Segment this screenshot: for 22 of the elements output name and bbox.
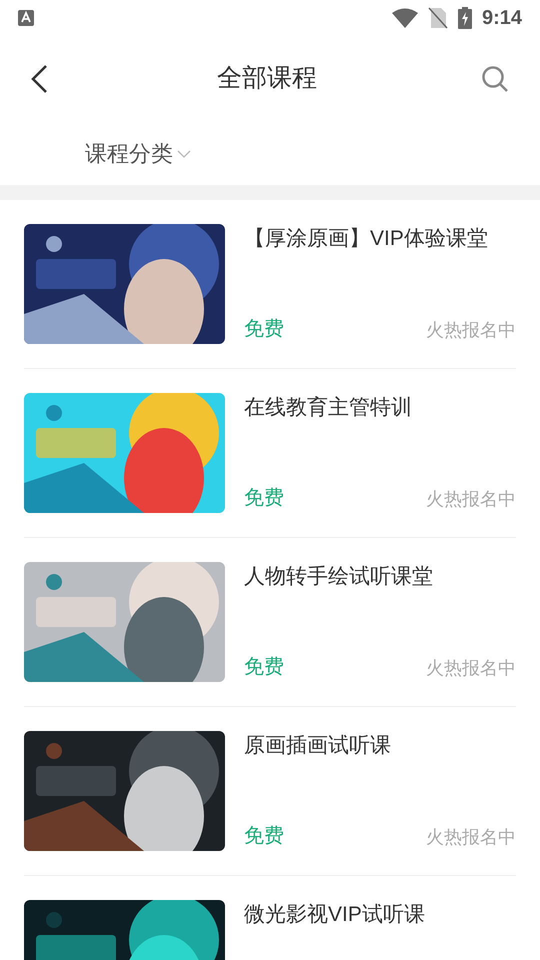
battery-charging-icon	[458, 7, 472, 29]
course-title[interactable]: 在线教育主管特训	[244, 393, 516, 423]
course-title[interactable]: 原画插画试听课	[244, 731, 516, 761]
enrollment-status: 火热报名中	[426, 657, 516, 680]
course-title[interactable]: 微光影视VIP试听课	[244, 900, 516, 930]
no-sim-icon	[428, 7, 448, 29]
enrollment-status: 火热报名中	[426, 319, 516, 342]
category-dropdown[interactable]: 课程分类	[85, 137, 191, 170]
enrollment-status: 火热报名中	[426, 826, 516, 849]
course-price: 免费	[244, 655, 284, 680]
course-title[interactable]: 人物转手绘试听课堂	[244, 562, 516, 592]
status-time: 9:14	[482, 6, 522, 31]
enrollment-status: 火热报名中	[426, 488, 516, 511]
course-price: 免费	[244, 824, 284, 849]
course-price: 免费	[244, 317, 284, 342]
course-title[interactable]: 【厚涂原画】VIP体验课堂	[244, 224, 516, 254]
wifi-icon	[392, 8, 418, 28]
keyboard-app-icon	[18, 10, 34, 26]
search-button[interactable]	[480, 64, 510, 94]
course-price: 免费	[244, 486, 284, 511]
chevron-down-icon	[177, 148, 191, 158]
page-title: 全部课程	[217, 63, 317, 94]
